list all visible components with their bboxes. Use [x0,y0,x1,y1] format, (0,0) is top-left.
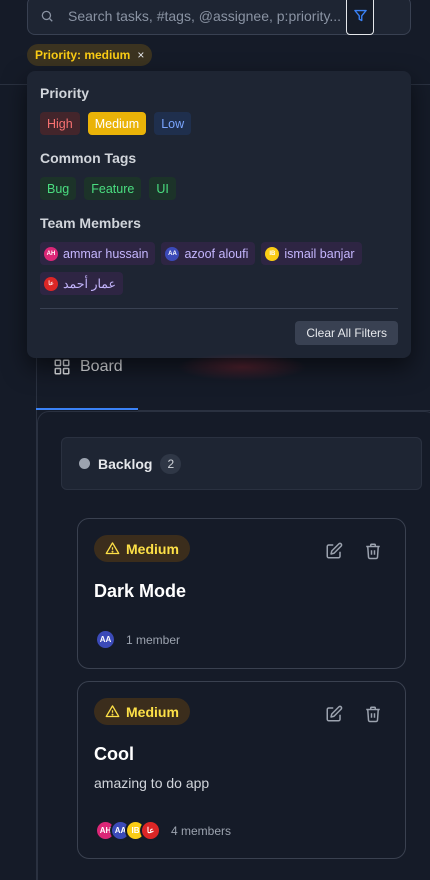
card-title: Dark Mode [94,581,187,601]
priority-badge: Medium [94,535,190,562]
dropdown-divider [40,308,398,309]
member-count: 4 members [171,823,232,838]
clear-filters-button[interactable]: Clear All Filters [295,321,398,345]
avatar: AA [165,246,180,261]
priority-badge: Medium [94,698,190,725]
avatar: AA [95,629,116,650]
trash-icon[interactable] [364,705,382,723]
tag-option-feature[interactable]: Feature [84,177,142,200]
priority-option-medium[interactable]: Medium [87,112,147,135]
member-option[interactable]: عا عمار أحمد [40,272,123,295]
warning-icon [105,542,120,555]
member-name: عمار أحمد [63,277,116,291]
board-icon [54,359,70,375]
avatar: عا [140,820,161,841]
tag-option-bug[interactable]: Bug [40,177,77,200]
column-count-badge: 2 [160,453,182,474]
filter-icon [353,9,367,22]
column-status-dot [79,458,90,469]
tab-active-indicator [36,408,138,410]
avatar: AH [44,246,58,261]
task-card[interactable]: Medium Dark Mode AA 1 member [77,518,406,669]
card-title: Cool [94,744,134,764]
card-description: amazing to do app [94,775,210,791]
column-header: Backlog 2 [61,437,422,490]
member-option[interactable]: AH ammar hussain [40,242,156,265]
search-icon [41,10,53,22]
background-blur [177,353,307,381]
priority-label: Medium [126,703,179,720]
tag-options: Bug Feature UI [40,177,398,200]
member-name: ammar hussain [63,246,149,261]
search-input[interactable] [68,5,340,27]
filter-dropdown: Priority High Medium Low Common Tags Bug… [27,71,411,381]
priority-option-low[interactable]: Low [154,112,192,135]
tab-board-label: Board [80,358,123,375]
tag-option-ui[interactable]: UI [149,177,176,200]
edit-icon[interactable] [325,705,343,723]
remove-filter-button[interactable]: × [137,48,144,62]
active-filter-chip: Priority: medium × [27,44,153,66]
member-name: ismail banjar [284,246,355,261]
tab-board[interactable]: Board [53,358,123,376]
column-title: Backlog [98,455,153,472]
priority-options: High Medium Low [40,112,398,135]
member-name: azoof aloufi [184,246,249,261]
filter-button[interactable] [346,0,374,35]
priority-option-high[interactable]: High [40,112,80,135]
trash-icon[interactable] [364,542,382,560]
card-members: AH AA IB عا 4 members [95,820,231,841]
priority-section-title: Priority [40,85,90,101]
member-count: 1 member [126,632,181,647]
member-option[interactable]: IB ismail banjar [261,242,362,265]
priority-label: Medium [126,540,179,557]
member-option[interactable]: AA azoof aloufi [161,242,256,265]
members-section-title: Team Members [40,215,141,231]
avatar: عا [44,276,58,291]
task-card[interactable]: Medium Cool amazing to do app AH AA IB ع… [77,681,406,859]
edit-icon[interactable] [325,542,343,560]
active-filter-label: Priority: medium [35,48,131,62]
avatar: IB [265,246,280,261]
search-bar [27,0,411,35]
warning-icon [105,705,120,718]
member-options: AH ammar hussain AA azoof aloufi IB isma… [40,242,385,295]
tags-section-title: Common Tags [40,150,137,166]
card-members: AA 1 member [95,629,180,650]
